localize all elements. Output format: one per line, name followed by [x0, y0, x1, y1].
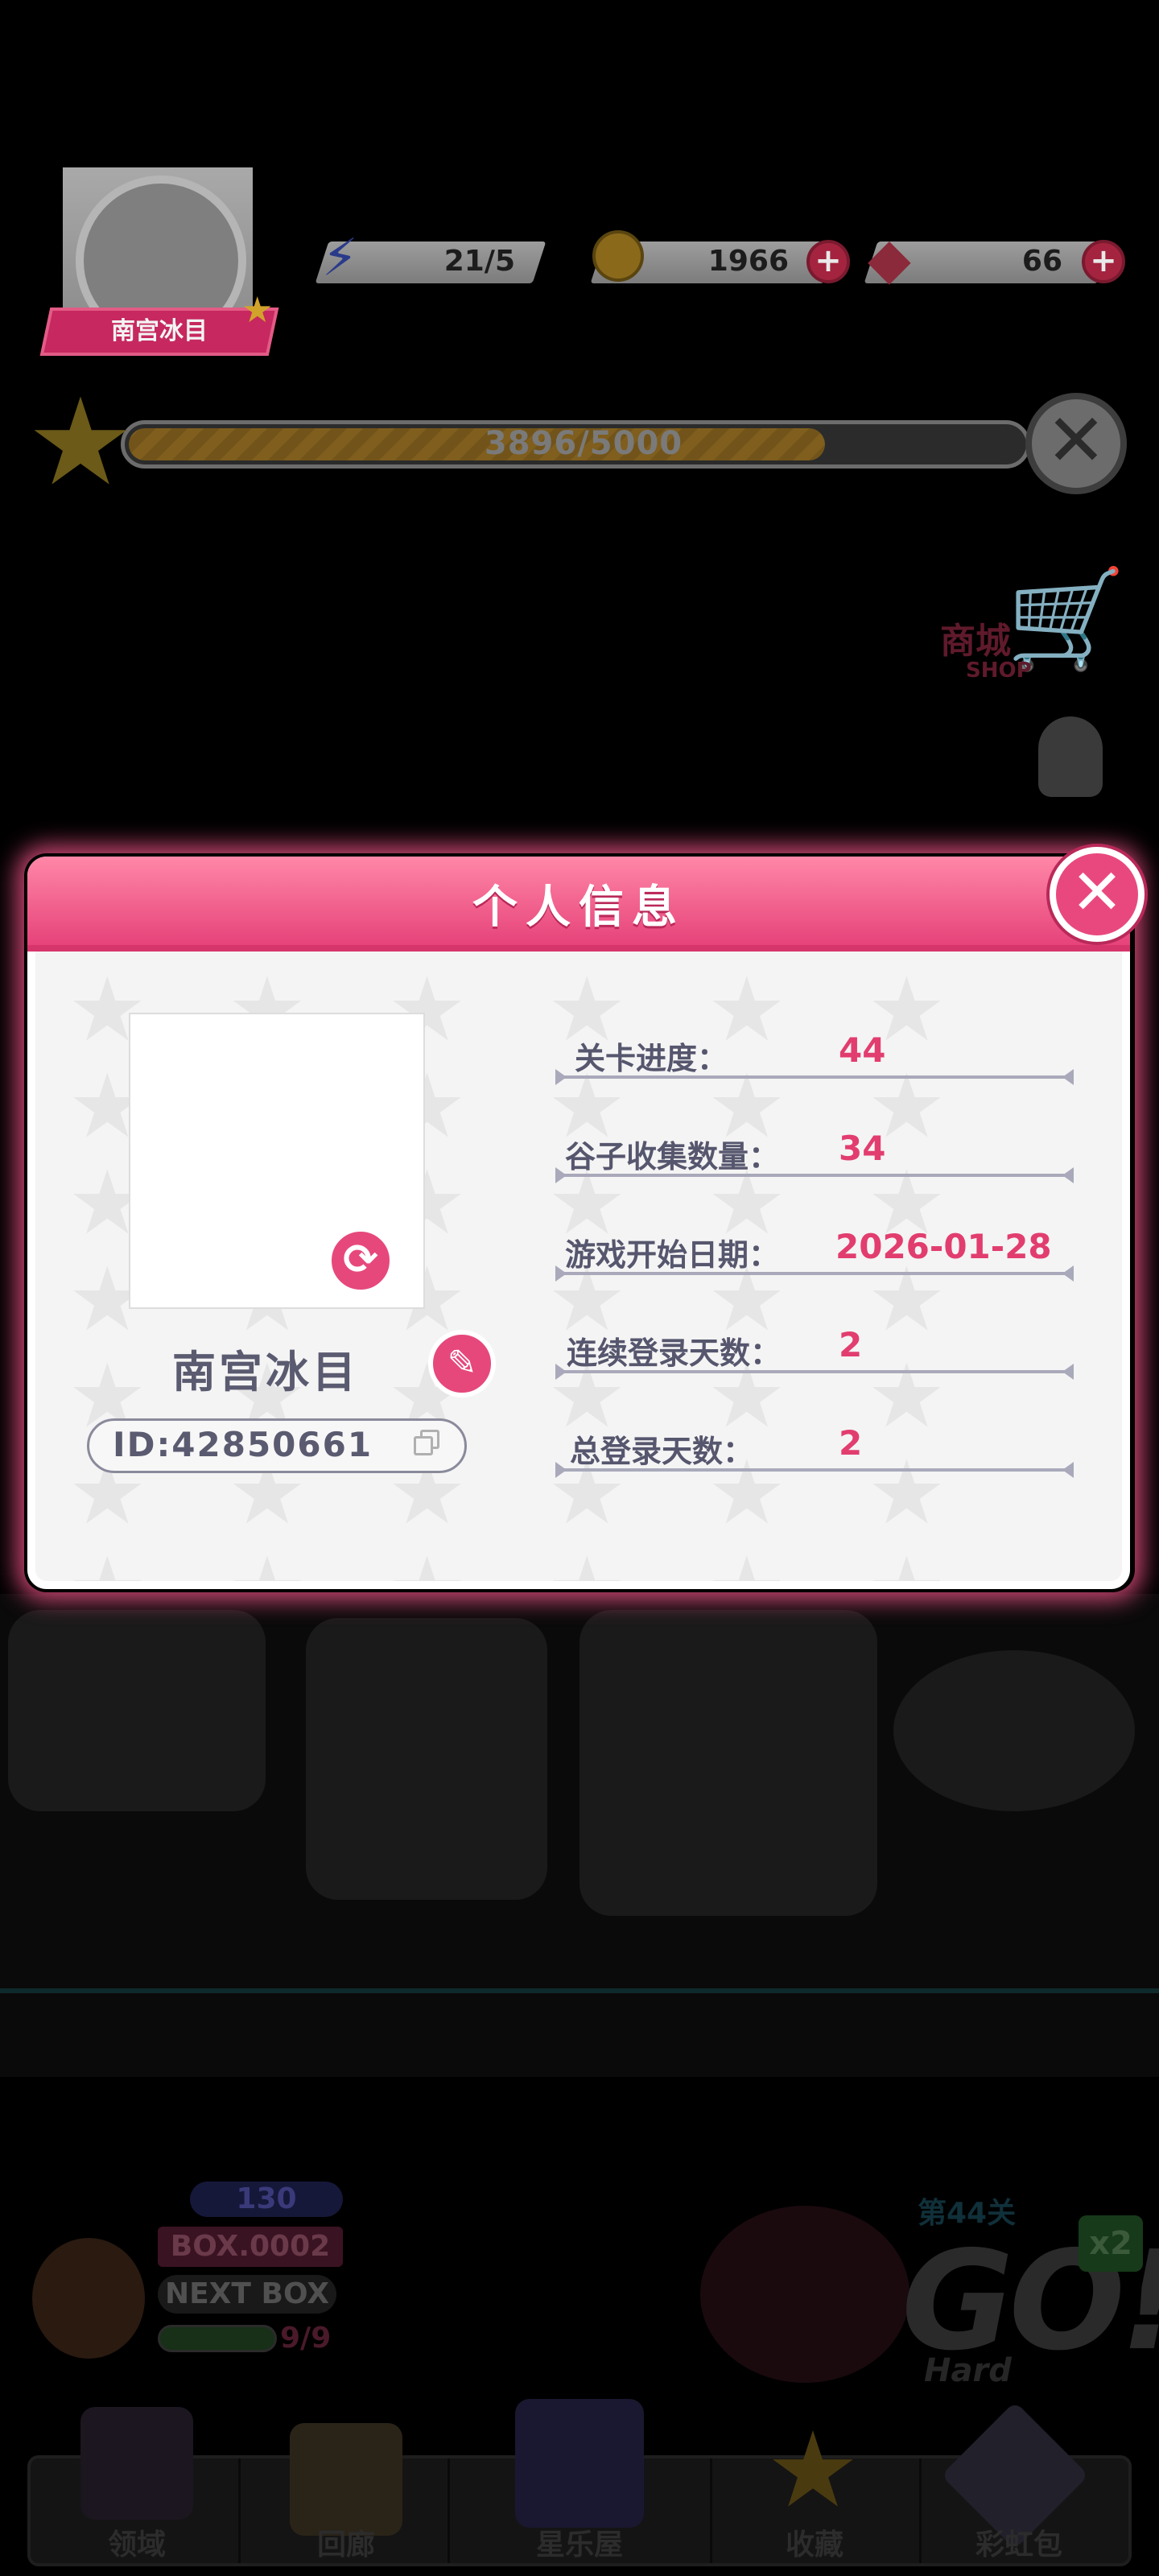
row-divider: [555, 1069, 1074, 1085]
gem-value: 66: [1021, 245, 1062, 278]
difficulty-label: Hard: [924, 2352, 1012, 2389]
go-character: [700, 2206, 909, 2383]
lightning-icon: ⚡: [322, 229, 358, 288]
box-count: 9/9: [280, 2322, 332, 2355]
level-star-icon: ★: [26, 373, 135, 513]
box-label: BOX.0002: [158, 2227, 343, 2267]
domain-icon[interactable]: [80, 2407, 193, 2520]
refresh-avatar-button[interactable]: ⟳: [327, 1227, 394, 1294]
mascot-character[interactable]: [32, 2238, 145, 2359]
star-icon: ★: [241, 290, 274, 331]
robot-icon[interactable]: [1038, 716, 1103, 797]
row-label-consecutive-login: 连续登录天数：: [567, 1335, 782, 1371]
character-silhouette: [8, 1610, 266, 1811]
dialog-title: 个人信息: [472, 881, 685, 934]
floor-line: [0, 1988, 1159, 1993]
character-silhouette: [893, 1650, 1135, 1811]
row-label-start-date: 游戏开始日期：: [565, 1237, 780, 1273]
nav-item-domain[interactable]: 领域: [56, 2521, 217, 2563]
nav-divider: [448, 2458, 450, 2563]
row-divider: [555, 1265, 1074, 1282]
row-label-stage-progress: 关卡进度：: [574, 1041, 728, 1076]
nav-divider: [919, 2458, 922, 2563]
character-silhouette: [580, 1610, 877, 1916]
add-coins-button[interactable]: +: [806, 240, 850, 283]
star-house-icon[interactable]: [515, 2399, 644, 2528]
row-label-total-login: 总登录天数：: [570, 1434, 754, 1469]
copy-icon[interactable]: [414, 1430, 443, 1459]
close-button[interactable]: ✕: [1050, 847, 1145, 942]
player-name: 南宫冰目: [111, 317, 208, 345]
pencil-icon: ✎: [447, 1343, 477, 1384]
character-silhouette: [306, 1618, 547, 1900]
gallery-icon[interactable]: [290, 2423, 402, 2536]
energy-value: 21/5: [443, 245, 515, 278]
row-value-total-login: 2: [839, 1423, 863, 1463]
row-value-stage-progress: 44: [839, 1030, 886, 1070]
tools-icon[interactable]: ✕: [1025, 393, 1127, 494]
row-divider: [555, 1462, 1074, 1478]
next-box-button[interactable]: NEXT BOX: [158, 2275, 336, 2314]
coin-value: 1966: [707, 245, 789, 278]
multiplier-badge[interactable]: x2: [1079, 2215, 1143, 2272]
player-id: ID:42850661: [113, 1425, 373, 1464]
level-badge: 130: [190, 2182, 343, 2217]
row-divider: [555, 1167, 1074, 1183]
nav-item-gallery[interactable]: 回廊: [266, 2521, 427, 2563]
row-value-start-date: 2026-01-28: [835, 1227, 1052, 1266]
box-progress-bar: [158, 2325, 277, 2352]
nav-item-star-house[interactable]: 星乐屋: [499, 2521, 660, 2563]
coin-icon: [592, 230, 644, 282]
shop-label-en: SHOP: [966, 658, 1032, 683]
gem-icon: ◆: [868, 225, 911, 291]
row-label-collection-count: 谷子收集数量：: [565, 1139, 780, 1174]
nav-item-rainbow-pack[interactable]: 彩虹包: [938, 2521, 1099, 2563]
refresh-icon: ⟳: [343, 1236, 378, 1284]
nav-divider: [238, 2458, 241, 2563]
exp-text: 3896/5000: [484, 425, 683, 462]
row-divider: [555, 1364, 1074, 1380]
nav-divider: [710, 2458, 712, 2563]
add-gems-button[interactable]: +: [1082, 240, 1125, 283]
row-value-consecutive-login: 2: [839, 1325, 863, 1364]
collection-star-icon[interactable]: ★: [757, 2417, 869, 2522]
row-value-collection-count: 34: [839, 1129, 886, 1168]
nav-item-collection[interactable]: 收藏: [734, 2521, 895, 2563]
profile-name: 南宫冰目: [172, 1347, 359, 1397]
